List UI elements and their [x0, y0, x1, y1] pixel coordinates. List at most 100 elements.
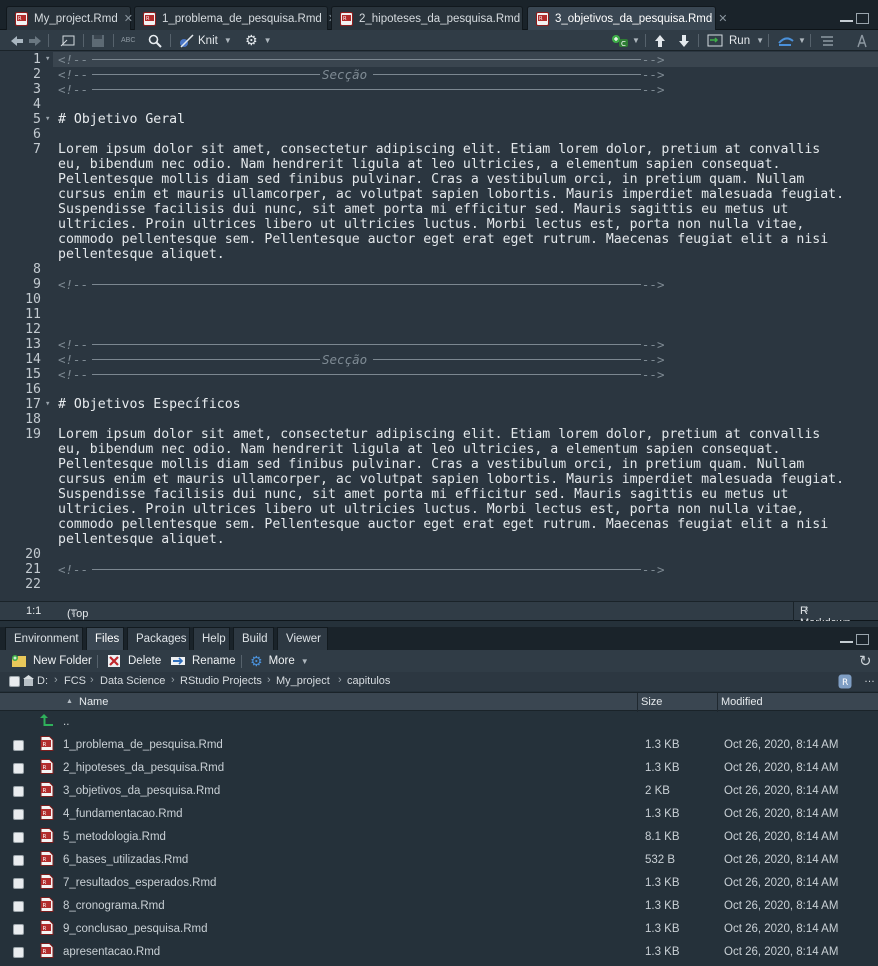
knit-button[interactable]: Knit ▼ [178, 30, 232, 51]
file-row[interactable]: R 8_cronograma.Rmd 1.3 KB Oct 26, 2020, 8:1… [0, 895, 878, 918]
file-name-link[interactable]: 3_objetivos_da_pesquisa.Rmd [63, 785, 220, 797]
tab-objetivos-da-pesquisa[interactable]: R 3_objetivos_da_pesquisa.Rmd ✕ [527, 6, 728, 30]
svg-text:R: R [43, 949, 47, 955]
minimize-pane-icon[interactable] [840, 13, 853, 22]
minimize-pane-icon[interactable] [840, 634, 853, 643]
file-name-link[interactable]: 9_conclusao_pesquisa.Rmd [63, 923, 207, 935]
file-row[interactable]: R 7_resultados_esperados.Rmd 1.3 KB Oct 26,… [0, 872, 878, 895]
r-project-icon[interactable]: R [838, 674, 852, 689]
show-in-new-window-button[interactable] [60, 30, 76, 51]
breadcrumb-item[interactable]: capitulos [347, 675, 390, 687]
paragraph-text-line: ultricies. Proin ultrices libero ut ultr… [58, 217, 805, 232]
run-button[interactable]: Run ▼ [707, 30, 764, 51]
file-row[interactable]: R 5_metodologia.Rmd 8.1 KB Oct 26, 2020, 8:… [0, 826, 878, 849]
next-chunk-button[interactable] [678, 30, 690, 51]
column-modified[interactable]: Modified [721, 696, 763, 708]
insert-chunk-button[interactable]: C ▼ [611, 30, 640, 51]
knit-needle-icon [180, 33, 194, 48]
breadcrumb-item[interactable]: RStudio Projects [180, 675, 262, 687]
maximize-pane-icon[interactable] [856, 634, 869, 645]
file-row[interactable]: R 9_conclusao_pesquisa.Rmd 1.3 KB Oct 26, 2… [0, 918, 878, 941]
previous-chunk-button[interactable] [654, 30, 666, 51]
file-name-link[interactable]: 8_cronograma.Rmd [63, 900, 165, 912]
file-checkbox[interactable] [13, 878, 24, 889]
tab-build[interactable]: Build [233, 627, 274, 650]
rule-bar [92, 59, 641, 60]
breadcrumb-item[interactable]: Data Science [100, 675, 165, 687]
file-row[interactable]: R 1_problema_de_pesquisa.Rmd 1.3 KB Oct 26,… [0, 734, 878, 757]
tab-packages[interactable]: Packages [127, 627, 190, 650]
parent-directory-row[interactable]: .. [0, 711, 878, 734]
sort-ascending-icon: ▲ [66, 698, 73, 705]
visual-editor-button[interactable] [856, 30, 868, 51]
find-replace-button[interactable] [148, 30, 162, 51]
back-button[interactable] [10, 30, 24, 51]
forward-button[interactable] [28, 30, 42, 51]
rename-button[interactable]: Rename [170, 653, 235, 669]
save-button[interactable] [91, 30, 105, 51]
more-button[interactable]: ⚙ More ▼ [250, 653, 309, 669]
fold-toggle-icon[interactable]: ▾ [45, 397, 50, 412]
column-size[interactable]: Size [641, 696, 662, 708]
file-name-link[interactable]: 1_problema_de_pesquisa.Rmd [63, 739, 223, 751]
settings-button[interactable]: ⚙ ▼ [245, 30, 271, 51]
chevron-updown-icon: ⇕ [803, 605, 810, 614]
comment-open-marker: <!-- [58, 52, 89, 67]
close-icon[interactable]: ✕ [124, 12, 133, 25]
file-row[interactable]: R 3_objetivos_da_pesquisa.Rmd 2 KB Oct 26, … [0, 780, 878, 803]
file-row[interactable]: R 6_bases_utilizadas.Rmd 532 B Oct 26, 2020… [0, 849, 878, 872]
file-name-link[interactable]: 6_bases_utilizadas.Rmd [63, 854, 188, 866]
tab-environment[interactable]: Environment [5, 627, 83, 650]
tab-problema-de-pesquisa[interactable]: R 1_problema_de_pesquisa.Rmd ✕ [134, 6, 337, 30]
code-editor[interactable]: 1 ▾ <!-- --> 2 <!-- Secção --> 3 <!-- --> 4 5 ▾ # Obje… [0, 51, 878, 601]
file-name-link[interactable]: 5_metodologia.Rmd [63, 831, 166, 843]
delete-button[interactable]: Delete [106, 653, 161, 669]
fold-toggle-icon[interactable]: ▾ [45, 112, 50, 127]
breadcrumb-item[interactable]: FCS [64, 675, 86, 687]
file-checkbox[interactable] [13, 740, 24, 751]
file-name-link[interactable]: 4_fundamentacao.Rmd [63, 808, 183, 820]
tab-hipoteses-da-pesquisa[interactable]: R 2_hipoteses_da_pesquisa.Rmd ✕ [331, 6, 535, 30]
file-checkbox[interactable] [13, 924, 24, 935]
breadcrumb-item[interactable]: D: [37, 675, 48, 687]
file-checkbox[interactable] [13, 809, 24, 820]
tab-viewer[interactable]: Viewer [277, 627, 328, 650]
close-icon[interactable]: ✕ [718, 12, 727, 25]
fold-toggle-icon[interactable]: ▾ [45, 52, 50, 67]
breadcrumb-item[interactable]: My_project [276, 675, 330, 687]
paragraph-text-line: eu, bibendum nec odio. Nam hendrerit lig… [58, 157, 781, 172]
file-checkbox[interactable] [13, 763, 24, 774]
home-drive-icon[interactable] [23, 675, 34, 687]
file-name-link[interactable]: 2_hipoteses_da_pesquisa.Rmd [63, 762, 224, 774]
comment-close-arrow: --> [642, 67, 665, 82]
file-row[interactable]: R 2_hipoteses_da_pesquisa.Rmd 1.3 KB Oct 26… [0, 757, 878, 780]
show-outline-button[interactable] [820, 30, 834, 51]
paragraph-text-line: commodo pellentesque sem. Pellentesque a… [58, 232, 829, 247]
tab-my-project[interactable]: R My_project.Rmd ✕ [6, 6, 133, 30]
chevron-right-icon: › [267, 674, 271, 686]
tab-help[interactable]: Help [193, 627, 230, 650]
chevron-down-icon: ▼ [756, 36, 765, 45]
new-folder-button[interactable]: New Folder [11, 653, 92, 669]
rerun-chunks-button[interactable]: ▼ [777, 30, 806, 51]
refresh-button[interactable]: ↻ [859, 653, 872, 670]
rmd-file-icon: R [40, 805, 54, 820]
file-checkbox[interactable] [13, 947, 24, 958]
ellipsis-icon[interactable]: … [864, 673, 875, 685]
file-row[interactable]: R 4_fundamentacao.Rmd 1.3 KB Oct 26, 2020, … [0, 803, 878, 826]
file-checkbox[interactable] [13, 855, 24, 866]
rmd-file-icon: R [40, 736, 54, 751]
svg-text:R: R [43, 788, 47, 794]
file-checkbox[interactable] [13, 786, 24, 797]
document-type-selector[interactable]: R Markdown ⇕ [793, 602, 851, 629]
tab-files[interactable]: Files [86, 627, 124, 650]
file-checkbox[interactable] [13, 832, 24, 843]
select-all-checkbox[interactable] [9, 676, 20, 687]
file-checkbox[interactable] [13, 901, 24, 912]
file-name-link[interactable]: apresentacao.Rmd [63, 946, 160, 958]
spellcheck-button[interactable]: ABC [121, 30, 135, 51]
maximize-pane-icon[interactable] [856, 13, 869, 24]
file-name-link[interactable]: 7_resultados_esperados.Rmd [63, 877, 216, 889]
file-row[interactable]: Rapresentacao.Rmd 1.3 KB Oct 26, 2020, 8:1… [0, 941, 878, 964]
column-name[interactable]: Name [79, 696, 108, 708]
